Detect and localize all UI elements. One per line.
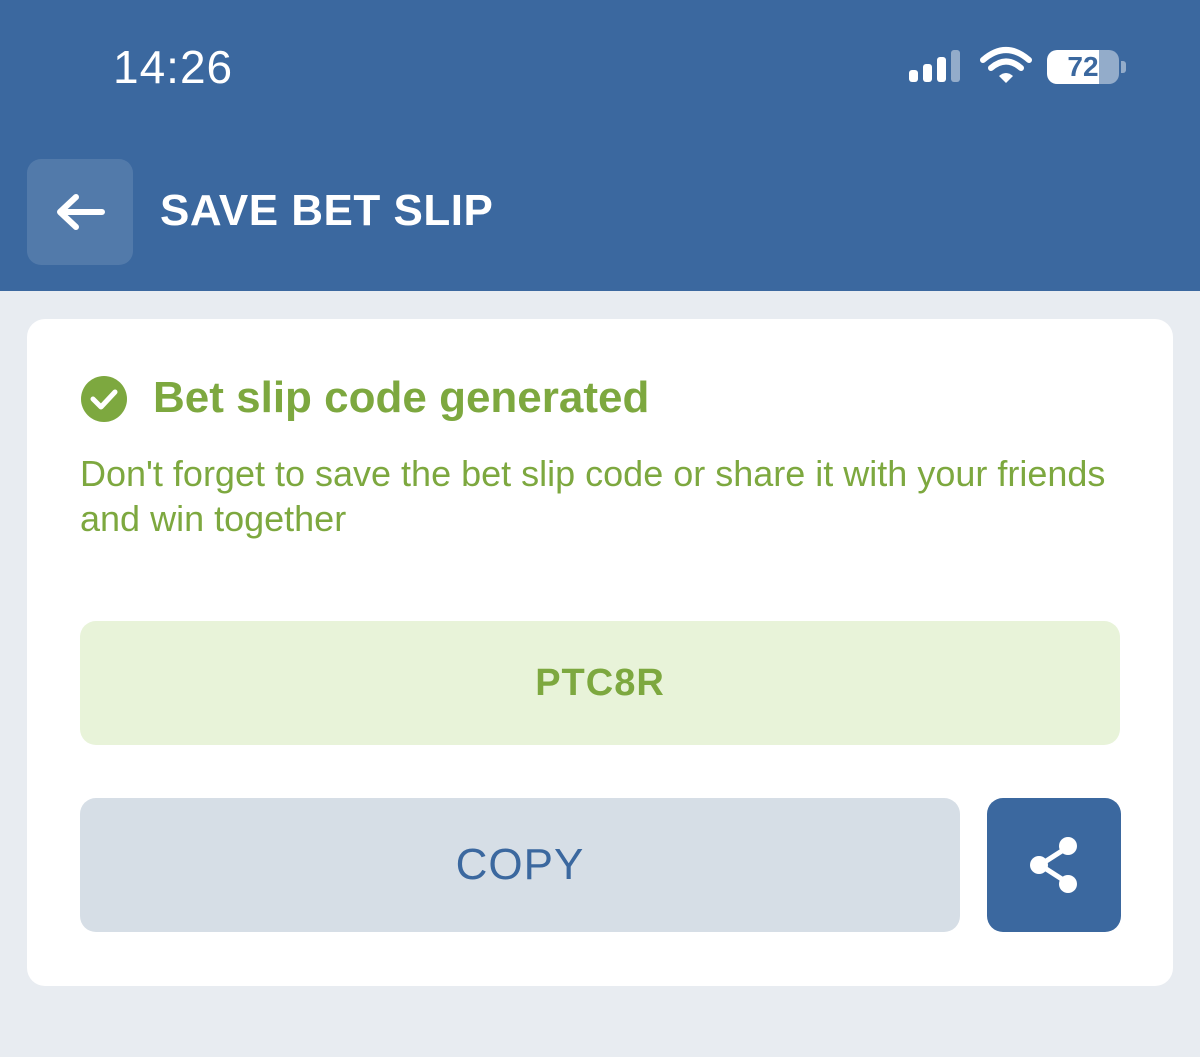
bet-slip-card: Bet slip code generated Don't forget to …: [27, 319, 1173, 986]
back-button[interactable]: [27, 159, 133, 265]
share-icon: [1030, 837, 1077, 893]
success-title: Bet slip code generated: [153, 373, 650, 422]
page-title: SAVE BET SLIP: [160, 186, 494, 235]
battery-level-text: 72: [1067, 51, 1099, 82]
share-button[interactable]: [987, 798, 1121, 932]
app-header: 14:26 72 SAVE BET SLIP: [0, 0, 1200, 291]
wifi-icon: [980, 47, 1032, 83]
status-time: 14:26: [113, 41, 234, 93]
signal-icon: [909, 50, 960, 82]
copy-button[interactable]: COPY: [80, 798, 960, 932]
status-icons: 72: [905, 46, 1135, 90]
battery-icon: 72: [1047, 50, 1119, 84]
bet-slip-code: PTC8R: [80, 621, 1120, 745]
check-circle-icon: [81, 376, 127, 422]
success-description: Don't forget to save the bet slip code o…: [80, 453, 1106, 539]
arrow-left-icon: [57, 194, 105, 230]
battery-tip: [1121, 61, 1126, 73]
